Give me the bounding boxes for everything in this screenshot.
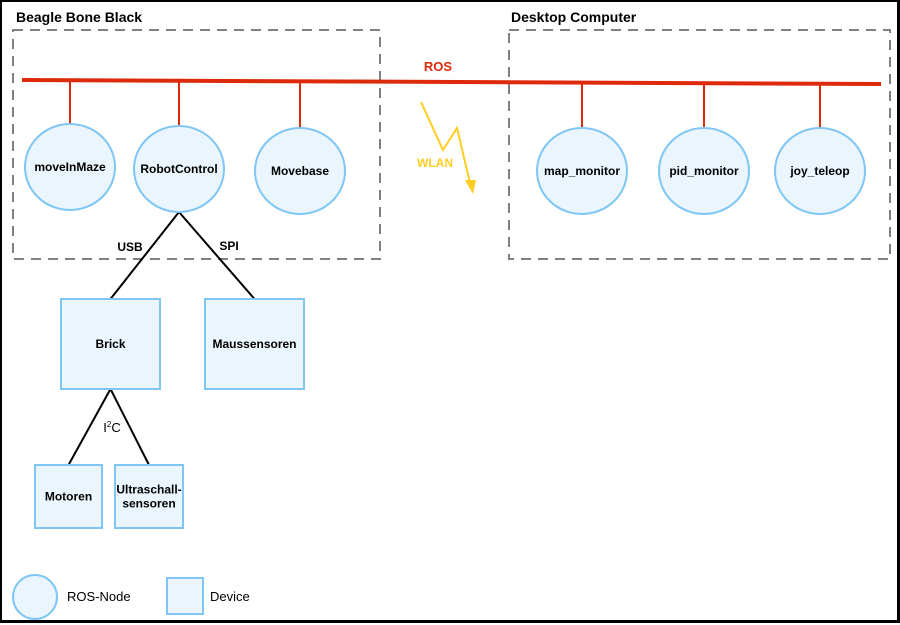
ros-node-joy-teleop[interactable]: joy_teleop: [774, 127, 866, 215]
link-robotcontrol-maussensoren: [178, 211, 256, 300]
diagram-canvas: Beagle Bone Black Desktop Computer ROS W…: [0, 0, 900, 623]
ros-bus-label: ROS: [424, 59, 453, 74]
ros-node-label: pid_monitor: [669, 164, 739, 178]
legend-ros-node-symbol: [12, 574, 58, 620]
wlan-label: WLAN: [417, 156, 453, 170]
device-label: Brick: [95, 337, 125, 351]
ros-node-label: map_monitor: [544, 164, 620, 178]
ros-node-label: Movebase: [271, 164, 329, 178]
device-motoren[interactable]: Motoren: [34, 464, 103, 529]
device-label: Ultraschall-: [116, 483, 181, 497]
bus-drop-lines: [69, 81, 821, 128]
ros-node-label: RobotControl: [140, 162, 217, 176]
legend-ros-node-label: ROS-Node: [67, 589, 131, 604]
ros-node-pid-monitor[interactable]: pid_monitor: [658, 127, 750, 215]
legend-device-symbol: [166, 577, 204, 615]
group-label-beagle-bone-black: Beagle Bone Black: [16, 9, 142, 25]
diagram-svg: Beagle Bone Black Desktop Computer ROS W…: [12, 9, 891, 620]
legend: ROS-Node Device: [12, 574, 250, 620]
devices: Brick Maussensoren Motoren Ultraschall-sens…: [34, 298, 305, 529]
device-label: sensoren: [122, 497, 175, 511]
legend-device-label: Device: [210, 589, 250, 604]
group-label-desktop-computer: Desktop Computer: [511, 9, 637, 25]
link-label-spi: SPI: [219, 239, 238, 253]
ros-bus-line: [21, 78, 882, 86]
link-label-usb: USB: [117, 240, 143, 254]
device-label: Motoren: [45, 490, 92, 504]
ros-node-robotcontrol[interactable]: RobotControl: [133, 125, 225, 213]
ros-node-movebase[interactable]: Movebase: [254, 127, 346, 215]
wlan-lightning-icon: [420, 101, 476, 194]
device-brick[interactable]: Brick: [60, 298, 161, 390]
device-maussensoren[interactable]: Maussensoren: [204, 298, 305, 390]
ros-node-map-monitor[interactable]: map_monitor: [536, 127, 628, 215]
device-label: Maussensoren: [212, 337, 296, 351]
device-ultraschallsensoren[interactable]: Ultraschall-sensoren: [114, 464, 184, 529]
ros-node-label: moveInMaze: [34, 160, 106, 174]
ros-node-moveinmaze[interactable]: moveInMaze: [24, 123, 116, 211]
link-robotcontrol-brick: [109, 211, 180, 300]
link-label-i2c: I2C: [103, 420, 120, 435]
ros-node-label: joy_teleop: [789, 164, 849, 178]
